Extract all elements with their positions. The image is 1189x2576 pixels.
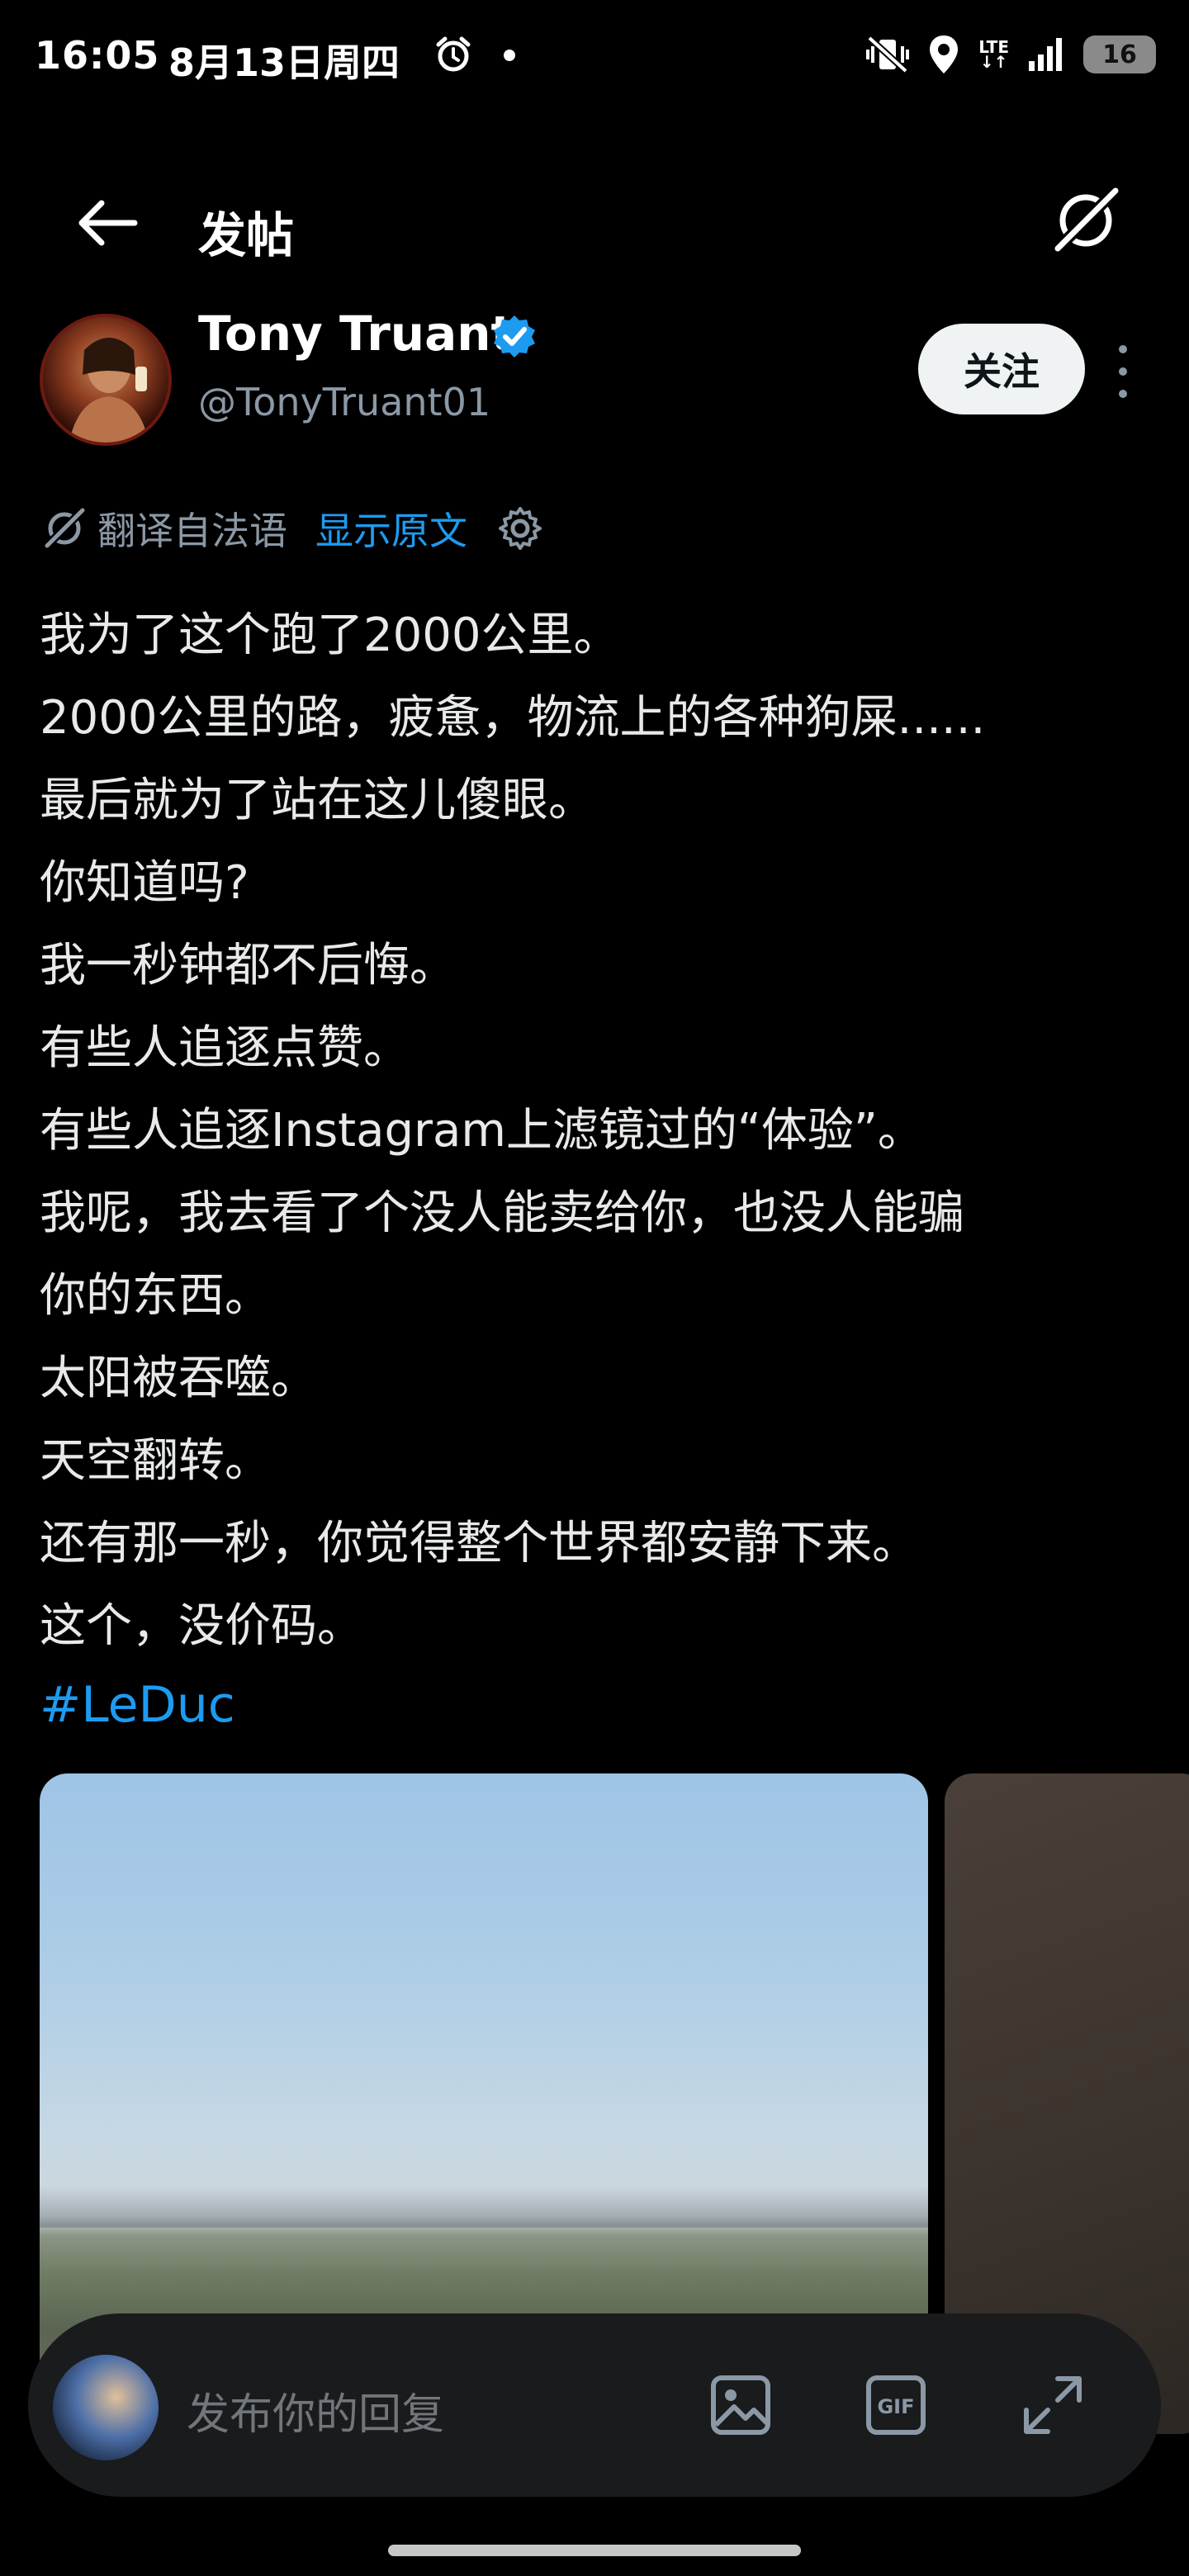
tweet-line: 你知道吗? (40, 856, 249, 910)
media-horizon (40, 2186, 928, 2228)
tweet-author: Tony Truant @TonyTruant01 关注 (0, 305, 1189, 446)
lte-icon: LTE ↓↑ (978, 37, 1009, 72)
tweet-line: 你的东西。 (40, 1269, 271, 1323)
author-avatar[interactable] (40, 314, 172, 446)
tweet-line: 太阳被吞噬。 (40, 1352, 317, 1405)
expand-reply-button[interactable] (1016, 2368, 1090, 2442)
gear-icon[interactable] (495, 504, 545, 553)
tweet-line: 这个，没价码。 (40, 1599, 363, 1653)
follow-button[interactable]: 关注 (918, 324, 1085, 414)
tweet-line: 有些人追逐点赞。 (40, 1021, 410, 1075)
avatar-image (69, 338, 149, 443)
status-bar: 16:05 8月13日周四 LTE ↓↑ 16 (0, 0, 1189, 116)
more-options-button[interactable] (1106, 339, 1139, 405)
author-name[interactable]: Tony Truant (198, 305, 514, 362)
more-dot (1119, 345, 1127, 354)
verified-badge-icon (494, 315, 535, 358)
tweet-line: 还有那一秒，你觉得整个世界都安静下来。 (40, 1517, 918, 1570)
tweet-line: 2000公里的路，疲惫，物流上的各种狗屎...... (40, 691, 986, 745)
more-dot (1119, 367, 1127, 376)
page-title: 发帖 (198, 207, 295, 263)
location-icon (930, 36, 959, 73)
tweet-line: 最后就为了站在这儿傻眼。 (40, 774, 594, 827)
tweet-line: 我一秒钟都不后悔。 (40, 939, 456, 992)
gif-label: GIF (877, 2395, 914, 2418)
add-image-button[interactable] (703, 2368, 778, 2442)
tweet-line: 天空翻转。 (40, 1434, 271, 1488)
back-button[interactable] (66, 182, 149, 264)
more-dot (1119, 389, 1127, 398)
home-indicator[interactable] (388, 2545, 801, 2556)
status-icons: LTE ↓↑ 16 (866, 31, 1156, 78)
user-avatar[interactable] (53, 2355, 159, 2460)
status-date: 8月13日周四 (168, 40, 400, 85)
tweet-line: 我呢，我去看了个没人能卖给你，也没人能骗 (40, 1186, 964, 1240)
reply-bar: 发布你的回复 GIF (28, 2313, 1161, 2497)
translation-row: 翻译自法语 显示原文 (40, 495, 545, 561)
grok-icon (1050, 185, 1121, 256)
image-icon (711, 2375, 770, 2435)
top-app-bar: 发帖 (0, 149, 1189, 314)
status-time: 16:05 (35, 33, 160, 78)
network-label: LTE (978, 37, 1009, 57)
author-handle[interactable]: @TonyTruant01 (198, 380, 490, 424)
grok-translate-icon (41, 505, 88, 552)
arrow-left-icon (78, 200, 138, 246)
expand-icon (1024, 2376, 1082, 2434)
battery-icon: 16 (1083, 36, 1156, 73)
add-gif-button[interactable]: GIF (859, 2368, 933, 2442)
vibrate-icon (866, 36, 910, 73)
translation-label: 翻译自法语 (97, 509, 287, 553)
signal-icon (1029, 38, 1062, 71)
tweet-line: 有些人追逐Instagram上滤镜过的“体验”。 (40, 1104, 924, 1158)
gif-icon: GIF (866, 2375, 926, 2435)
reply-input[interactable]: 发布你的回复 (187, 2379, 444, 2441)
show-original-link[interactable]: 显示原文 (315, 501, 467, 556)
notification-dot (504, 50, 515, 61)
hashtag-link[interactable]: #LeDuc (40, 1668, 1163, 1742)
grok-button[interactable] (1040, 175, 1131, 266)
tweet-line: 我为了这个跑了2000公里。 (40, 608, 620, 662)
tweet-text: 我为了这个跑了2000公里。 2000公里的路，疲惫，物流上的各种狗屎.....… (40, 594, 1163, 1742)
alarm-icon (436, 36, 471, 72)
